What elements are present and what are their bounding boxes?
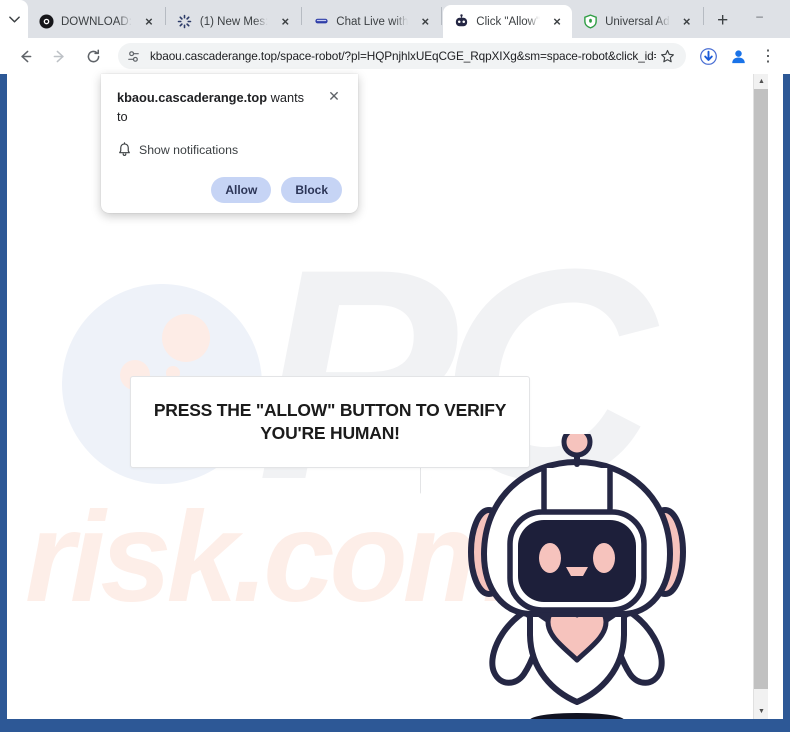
robot-right-eye <box>593 543 615 573</box>
download-circle-icon <box>38 14 54 30</box>
permission-dialog-header: kbaou.cascaderange.top wants to ✕ <box>117 88 342 126</box>
site-settings-icon[interactable] <box>124 47 142 65</box>
chevron-down-icon <box>8 15 20 23</box>
bell-icon <box>117 142 139 158</box>
speech-bubble-text: PRESS THE "ALLOW" BUTTON TO VERIFY YOU'R… <box>153 399 507 443</box>
back-button[interactable] <box>11 42 39 70</box>
tab-close-button[interactable]: × <box>416 13 434 31</box>
tab-separator <box>164 6 166 25</box>
watermark-risk: risk.com <box>25 486 516 629</box>
robot-face-screen <box>518 520 636 602</box>
allow-button[interactable]: Allow <box>211 177 272 204</box>
minimize-button[interactable]: – <box>737 0 783 32</box>
tab-title: Universal Ad <box>605 15 670 28</box>
browser-tab-universal-ad[interactable]: Universal Ad × <box>572 5 702 38</box>
reload-button[interactable] <box>79 42 107 70</box>
tab-title: Click "Allow" <box>476 15 541 28</box>
tab-separator <box>301 6 303 25</box>
scrollbar-thumb[interactable] <box>754 89 768 689</box>
robot-left-eye <box>539 543 561 573</box>
browser-tab-new-message[interactable]: (1) New Mes: × <box>167 5 300 38</box>
permission-origin: kbaou.cascaderange.top <box>117 90 268 105</box>
robot-antenna-ball <box>561 426 593 458</box>
browser-window: DOWNLOAD: × (1) New Mes: × Chat Live wit… <box>0 0 790 732</box>
browser-toolbar: kbaou.cascaderange.top/space-robot/?pl=H… <box>0 38 790 74</box>
tab-title: DOWNLOAD: <box>61 15 132 28</box>
robot-illustration <box>468 426 686 719</box>
speech-bubble: PRESS THE "ALLOW" BUTTON TO VERIFY YOU'R… <box>130 376 530 468</box>
tab-title: (1) New Mes: <box>199 15 269 28</box>
green-shield-icon <box>582 14 598 30</box>
browser-tab-click-allow[interactable]: Click "Allow" × <box>443 5 573 38</box>
url-text[interactable]: kbaou.cascaderange.top/space-robot/?pl=H… <box>150 49 656 63</box>
permission-dialog-actions: Allow Block <box>117 177 342 204</box>
forward-button[interactable] <box>45 42 73 70</box>
reload-icon <box>87 48 99 62</box>
tab-search-button[interactable] <box>0 0 28 38</box>
bookmark-star-icon[interactable] <box>656 49 678 64</box>
scrollbar-up-arrow[interactable]: ▲ <box>754 74 768 89</box>
forward-arrow-icon <box>53 50 64 62</box>
tab-close-button[interactable]: × <box>548 13 566 31</box>
planet-crater <box>162 314 210 362</box>
notification-permission-dialog: kbaou.cascaderange.top wants to ✕ Show n… <box>101 74 358 213</box>
download-icon[interactable] <box>694 42 722 70</box>
maximize-button[interactable]: ☐ <box>783 0 790 32</box>
back-arrow-icon <box>20 50 31 62</box>
tab-close-button[interactable]: × <box>276 13 294 31</box>
close-icon[interactable]: ✕ <box>326 88 342 104</box>
tab-title: Chat Live with <box>336 15 409 28</box>
chat-bubble-icon <box>313 14 329 30</box>
permission-label: Show notifications <box>139 143 239 158</box>
browser-tab-download[interactable]: DOWNLOAD: × <box>28 5 164 38</box>
permission-dialog-title: kbaou.cascaderange.top wants to <box>117 89 317 126</box>
loading-spinner-icon <box>177 14 193 30</box>
permission-request-row: Show notifications <box>117 142 342 158</box>
page-scrollbar[interactable]: ▲ ▼ <box>753 74 768 719</box>
tab-list: DOWNLOAD: × (1) New Mes: × Chat Live wit… <box>0 0 737 38</box>
robot-icon <box>453 14 469 30</box>
new-tab-button[interactable]: + <box>709 7 737 35</box>
tab-close-button[interactable]: × <box>140 13 158 31</box>
block-button[interactable]: Block <box>281 177 342 204</box>
robot-shadow <box>530 713 624 719</box>
tab-separator <box>702 6 704 25</box>
profile-avatar-icon[interactable] <box>724 42 752 70</box>
browser-tab-chat-live[interactable]: Chat Live with × <box>303 5 440 38</box>
address-bar[interactable]: kbaou.cascaderange.top/space-robot/?pl=H… <box>118 43 686 69</box>
scrollbar-down-arrow[interactable]: ▼ <box>754 704 768 719</box>
browser-menu-button[interactable]: ⋮ <box>754 42 782 70</box>
window-controls: – ☐ ✕ <box>737 0 790 38</box>
speech-bubble-tail <box>421 467 439 493</box>
tab-close-button[interactable]: × <box>678 13 696 31</box>
tab-separator <box>441 6 443 25</box>
tab-strip: DOWNLOAD: × (1) New Mes: × Chat Live wit… <box>0 0 790 38</box>
robot-mascot <box>462 426 692 719</box>
